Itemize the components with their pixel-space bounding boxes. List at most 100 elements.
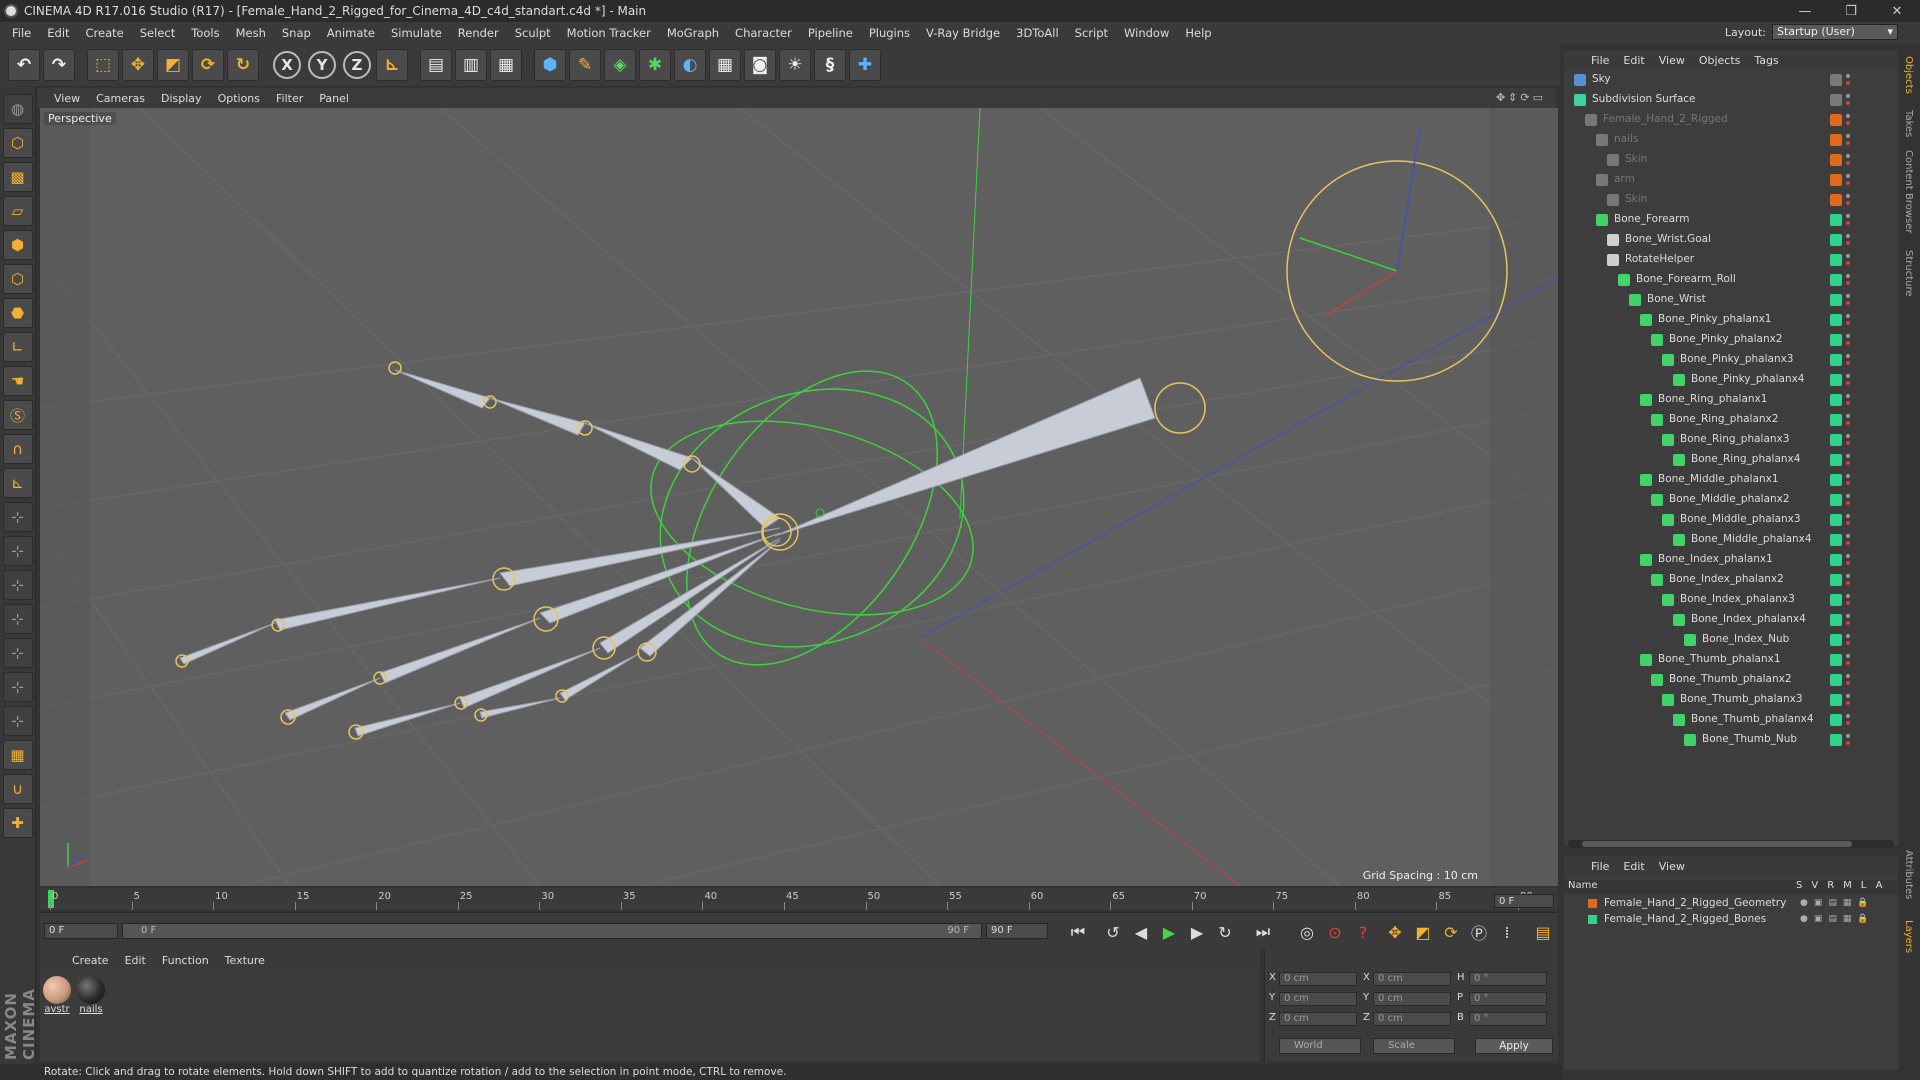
layer-tag-icon[interactable]	[1830, 734, 1842, 746]
objects-menu-objects[interactable]: Objects	[1692, 54, 1748, 67]
rotate-joint-icon[interactable]: ⊹	[2, 570, 33, 600]
object-row[interactable]: Bone_Middle_phalanx4	[1564, 530, 1898, 550]
size-mode-dropdown[interactable]: Scale	[1373, 1038, 1455, 1054]
visibility-dots-icon[interactable]	[1846, 273, 1850, 287]
move-icon[interactable]: ✥	[122, 49, 154, 81]
object-row[interactable]: Bone_Thumb_Nub	[1564, 730, 1898, 750]
floor-icon[interactable]: ▦	[709, 49, 741, 81]
menu-simulate[interactable]: Simulate	[383, 26, 450, 40]
visibility-dots-icon[interactable]	[1846, 413, 1850, 427]
layers-menu-edit[interactable]: Edit	[1616, 860, 1651, 873]
object-row[interactable]: Bone_Middle_phalanx3	[1564, 510, 1898, 530]
visibility-dots-icon[interactable]	[1846, 713, 1850, 727]
object-row[interactable]: Bone_Thumb_phalanx4	[1564, 710, 1898, 730]
key-parameter-icon[interactable]: Ⓟ	[1466, 919, 1492, 945]
autokey-icon[interactable]: ?	[1350, 919, 1376, 945]
layout-dropdown[interactable]: Startup (User)	[1772, 24, 1898, 40]
object-row[interactable]: Bone_Index_phalanx3	[1564, 590, 1898, 610]
layer-row[interactable]: Female_Hand_2_Rigged_Geometry ●▣▤▦🔒	[1564, 896, 1898, 911]
menu-edit[interactable]: Edit	[39, 26, 77, 40]
layer-tag-icon[interactable]	[1830, 114, 1842, 126]
cube-icon[interactable]: ⬢	[534, 49, 566, 81]
layers-menu-file[interactable]: File	[1584, 860, 1616, 873]
next-frame-icon[interactable]: ▶	[1184, 919, 1210, 945]
visibility-dots-icon[interactable]	[1846, 333, 1850, 347]
object-row[interactable]: Female_Hand_2_Rigged	[1564, 110, 1898, 130]
x-axis-icon[interactable]: X	[273, 51, 301, 79]
tab-structure[interactable]: Structure	[1903, 250, 1914, 297]
position-x-field[interactable]: 0 cm	[1279, 972, 1357, 986]
texture-mode-icon[interactable]: ▩	[2, 162, 33, 192]
visibility-dots-icon[interactable]	[1846, 493, 1850, 507]
objects-menu-view[interactable]: View	[1652, 54, 1692, 67]
object-row[interactable]: nails	[1564, 130, 1898, 150]
tab-content-browser[interactable]: Content Browser	[1903, 150, 1914, 233]
axis-mode-icon[interactable]: ∟	[2, 332, 33, 362]
python-icon[interactable]: ✚	[849, 49, 881, 81]
menu-pipeline[interactable]: Pipeline	[800, 26, 861, 40]
material-menu-create[interactable]: Create	[64, 954, 117, 967]
visibility-dots-icon[interactable]	[1846, 653, 1850, 667]
visibility-dots-icon[interactable]	[1846, 613, 1850, 627]
layer-tag-icon[interactable]	[1830, 354, 1842, 366]
size-y-field[interactable]: 0 cm	[1373, 992, 1451, 1006]
light-icon[interactable]: ☀	[779, 49, 811, 81]
live-select-icon[interactable]: ⬚	[87, 49, 119, 81]
frame-range-slider[interactable]: 0 F 90 F	[122, 923, 982, 939]
layer-tag-icon[interactable]	[1830, 474, 1842, 486]
visibility-dots-icon[interactable]	[1846, 593, 1850, 607]
object-row[interactable]: Bone_Wrist	[1564, 290, 1898, 310]
subdivision-icon[interactable]: ◈	[604, 49, 636, 81]
visibility-dots-icon[interactable]	[1846, 553, 1850, 567]
object-row[interactable]: Bone_Index_Nub	[1564, 630, 1898, 650]
visibility-dots-icon[interactable]	[1846, 73, 1850, 87]
tab-objects[interactable]: Objects	[1903, 56, 1914, 94]
joint-tool-icon[interactable]: ⊹	[2, 502, 33, 532]
object-row[interactable]: Bone_Index_phalanx1	[1564, 550, 1898, 570]
timeline-layout-icon[interactable]: ▤	[1530, 919, 1556, 945]
layer-tag-icon[interactable]	[1830, 434, 1842, 446]
coordinate-system-icon[interactable]: ⊾	[376, 49, 408, 81]
layer-tag-icon[interactable]	[1830, 554, 1842, 566]
apply-button[interactable]: Apply	[1475, 1038, 1553, 1054]
go-to-start-icon[interactable]: ⏮	[1065, 919, 1091, 945]
visibility-dots-icon[interactable]	[1846, 513, 1850, 527]
visibility-dots-icon[interactable]	[1846, 313, 1850, 327]
menu-script[interactable]: Script	[1067, 26, 1116, 40]
visibility-dots-icon[interactable]	[1846, 453, 1850, 467]
visibility-dots-icon[interactable]	[1846, 353, 1850, 367]
viewport-menu-display[interactable]: Display	[153, 92, 210, 105]
layer-tag-icon[interactable]	[1830, 254, 1842, 266]
object-row[interactable]: RotateHelper	[1564, 250, 1898, 270]
layer-tag-icon[interactable]	[1830, 414, 1842, 426]
menu-render[interactable]: Render	[450, 26, 507, 40]
viewport-perspective[interactable]: Perspective Grid Spacing : 10 cm	[40, 108, 1558, 886]
material-menu-texture[interactable]: Texture	[217, 954, 273, 967]
layer-tag-icon[interactable]	[1830, 214, 1842, 226]
objects-menu-tags[interactable]: Tags	[1747, 54, 1785, 67]
objects-menu-file[interactable]: File	[1584, 54, 1616, 67]
enable-axis-icon[interactable]: ⊾	[2, 468, 33, 498]
layer-tag-icon[interactable]	[1830, 454, 1842, 466]
visibility-dots-icon[interactable]	[1846, 133, 1850, 147]
menu-tools[interactable]: Tools	[183, 26, 227, 40]
close-button[interactable]: ✕	[1874, 0, 1920, 22]
object-row[interactable]: Skin	[1564, 150, 1898, 170]
visibility-dots-icon[interactable]	[1846, 233, 1850, 247]
visibility-dots-icon[interactable]	[1846, 293, 1850, 307]
object-row[interactable]: Bone_Ring_phalanx1	[1564, 390, 1898, 410]
menu-create[interactable]: Create	[78, 26, 132, 40]
layer-tag-icon[interactable]	[1830, 694, 1842, 706]
viewport-menu-view[interactable]: View	[46, 92, 88, 105]
layer-tag-icon[interactable]	[1830, 654, 1842, 666]
visibility-dots-icon[interactable]	[1846, 693, 1850, 707]
menu-3dtoall[interactable]: 3DToAll	[1008, 26, 1067, 40]
object-row[interactable]: Bone_Forearm_Roll	[1564, 270, 1898, 290]
menu-animate[interactable]: Animate	[319, 26, 383, 40]
layer-tag-icon[interactable]	[1830, 594, 1842, 606]
layer-tag-icon[interactable]	[1830, 674, 1842, 686]
object-row[interactable]: Bone_Pinky_phalanx4	[1564, 370, 1898, 390]
render-view-icon[interactable]: ▤	[420, 49, 452, 81]
layer-tag-icon[interactable]	[1830, 174, 1842, 186]
viewport-menu-filter[interactable]: Filter	[268, 92, 311, 105]
